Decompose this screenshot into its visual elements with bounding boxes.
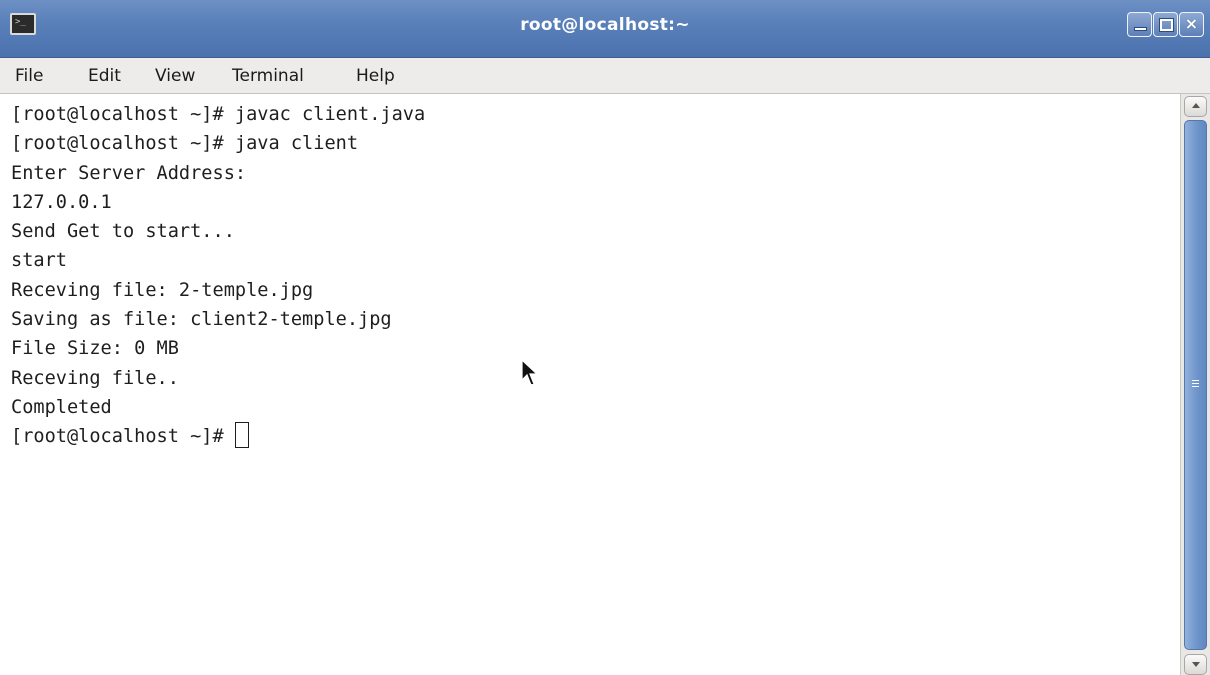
terminal-line: [root@localhost ~]# java client xyxy=(11,133,359,155)
menu-bar: File Edit View Terminal Help xyxy=(0,58,1210,94)
close-button[interactable]: × xyxy=(1179,12,1204,37)
minimize-button[interactable] xyxy=(1127,12,1152,37)
grip-icon xyxy=(1192,380,1199,389)
scroll-up-button[interactable] xyxy=(1184,96,1207,117)
text-cursor xyxy=(234,422,249,449)
mouse-pointer-icon xyxy=(521,358,539,386)
terminal-line: Completed xyxy=(11,396,112,418)
maximize-button[interactable] xyxy=(1153,12,1178,37)
terminal-line: Send Get to start... xyxy=(11,221,235,243)
terminal-line: Receving file: 2-temple.jpg xyxy=(11,279,314,301)
window-title: root@localhost:~ xyxy=(520,15,690,35)
terminal-line: Enter Server Address: xyxy=(11,162,247,184)
terminal-window: >_ root@localhost:~ × File Edit View Ter… xyxy=(0,0,1210,675)
terminal-prompt-line[interactable]: [root@localhost ~]# xyxy=(11,422,1180,451)
terminal-line: start xyxy=(11,250,67,272)
menu-help[interactable]: Help xyxy=(356,66,395,86)
terminal-prompt: [root@localhost ~]# xyxy=(11,426,235,448)
menu-edit[interactable]: Edit xyxy=(88,66,121,86)
menu-file[interactable]: File xyxy=(15,66,43,86)
close-icon: × xyxy=(1184,14,1199,33)
scrollbar-thumb[interactable] xyxy=(1184,120,1207,650)
menu-terminal[interactable]: Terminal xyxy=(232,66,304,86)
terminal-line: 127.0.0.1 xyxy=(11,191,112,213)
menu-view[interactable]: View xyxy=(155,66,195,86)
terminal-line: [root@localhost ~]# javac client.java xyxy=(11,104,426,125)
terminal-line: Receving file.. xyxy=(11,367,179,389)
terminal-line: File Size: 0 MB xyxy=(11,338,179,360)
terminal-output[interactable]: [root@localhost ~]# javac client.java [r… xyxy=(0,94,1180,675)
scroll-down-button[interactable] xyxy=(1184,654,1207,675)
title-bar[interactable]: >_ root@localhost:~ × xyxy=(0,0,1210,58)
terminal-line: Saving as file: client2-temple.jpg xyxy=(11,309,392,331)
vertical-scrollbar[interactable] xyxy=(1180,94,1210,675)
